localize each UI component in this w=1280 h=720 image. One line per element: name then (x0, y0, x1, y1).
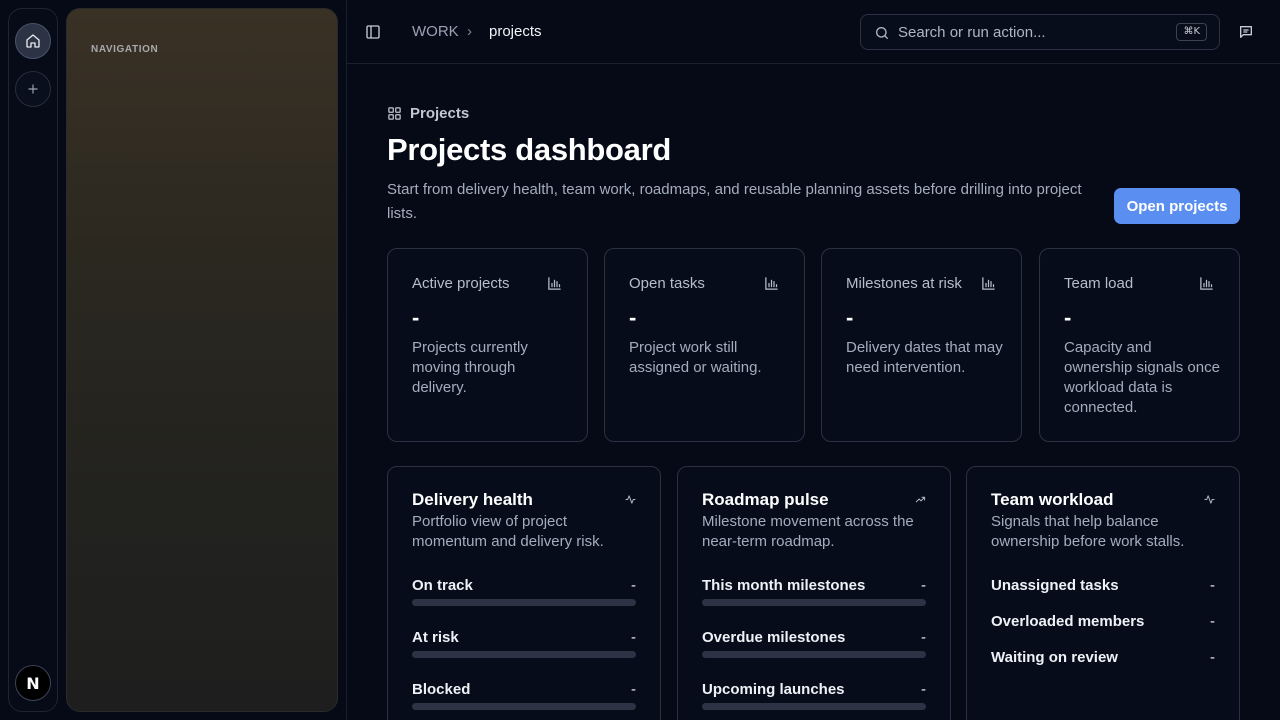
stat-card-active-projects: Active projects - Projects currently mov… (387, 248, 588, 442)
stat-description: Capacity and ownership signals once work… (1064, 339, 1220, 416)
breadcrumb-current: projects (489, 23, 542, 40)
stat-label: Milestones at risk (846, 275, 962, 292)
plus-icon (28, 84, 38, 94)
stat-label: Open tasks (629, 275, 705, 292)
stat-value: - (1064, 305, 1072, 330)
metric-progress-bar (702, 651, 926, 658)
metric-value: - (921, 681, 926, 698)
panel-description: Milestone movement across the near-term … (702, 513, 914, 550)
metric-progress-bar (412, 599, 636, 606)
metric-value: - (631, 577, 636, 594)
page-subtitle: Start from delivery health, team work, r… (387, 181, 1082, 222)
section-eyebrow: Projects (387, 105, 469, 122)
metric-label: On track (412, 577, 473, 594)
metric-progress-bar (702, 703, 926, 710)
metric-label: At risk (412, 629, 459, 646)
sidebar-toggle-button[interactable] (365, 24, 381, 40)
stat-card-team-load: Team load - Capacity and ownership signa… (1039, 248, 1240, 442)
main-divider (346, 0, 347, 720)
metric-row: Blocked - (412, 681, 636, 710)
search-placeholder: Search or run action... (898, 24, 1046, 41)
bar-chart-icon (982, 277, 995, 290)
page-title: Projects dashboard (387, 132, 672, 167)
panel-roadmap-pulse: Roadmap pulse Milestone movement across … (677, 466, 951, 720)
stat-description: Projects currently moving through delive… (412, 339, 528, 396)
metric-row: Overdue milestones - (702, 629, 926, 658)
metric-row: At risk - (412, 629, 636, 658)
metric-label: Blocked (412, 681, 471, 698)
metric-row: Unassigned tasks - (991, 577, 1215, 595)
metric-label: Unassigned tasks (991, 577, 1119, 594)
panel-delivery-health: Delivery health Portfolio view of projec… (387, 466, 661, 720)
bar-chart-icon (548, 277, 561, 290)
section-eyebrow-label: Projects (410, 105, 470, 122)
stat-label: Team load (1064, 275, 1134, 292)
panel-description: Signals that help balance ownership befo… (991, 513, 1185, 550)
metric-label: Overloaded members (991, 613, 1145, 630)
metric-progress-bar (412, 703, 636, 710)
stat-card-milestones-at-risk: Milestones at risk - Delivery dates that… (821, 248, 1022, 442)
panel-title: Delivery health (412, 490, 533, 509)
app-rail: N (8, 8, 58, 712)
stat-description: Project work still assigned or waiting. (629, 339, 762, 376)
activity-icon (1204, 495, 1215, 504)
stat-label: Active projects (412, 275, 510, 292)
navigation-label: NAVIGATION (91, 44, 159, 55)
message-square-icon (1240, 26, 1252, 38)
home-button[interactable] (15, 23, 51, 59)
grid-icon (388, 107, 401, 120)
metric-row: This month milestones - (702, 577, 926, 606)
activity-icon (625, 495, 636, 504)
search-shortcut-badge: ⌘K (1176, 23, 1207, 41)
search-input[interactable]: Search or run action... ⌘K (860, 14, 1220, 50)
breadcrumb-root[interactable]: WORK (412, 23, 459, 40)
panel-team-workload: Team workload Signals that help balance … (966, 466, 1240, 720)
metric-label: Overdue milestones (702, 629, 846, 646)
metric-value: - (631, 629, 636, 646)
stat-value: - (412, 305, 420, 330)
metric-row: Waiting on review - (991, 649, 1215, 667)
metric-label: Waiting on review (991, 649, 1118, 666)
trending-up-icon (915, 496, 926, 503)
open-projects-button[interactable]: Open projects (1114, 188, 1240, 224)
stat-value: - (629, 305, 637, 330)
metric-row: Overloaded members - (991, 613, 1215, 631)
add-workspace-button[interactable] (15, 71, 51, 107)
metric-row: On track - (412, 577, 636, 606)
app-logo[interactable]: N (15, 665, 51, 701)
metric-value: - (921, 577, 926, 594)
stat-card-open-tasks: Open tasks - Project work still assigned… (604, 248, 805, 442)
bar-chart-icon (765, 277, 778, 290)
bar-chart-icon (1200, 277, 1213, 290)
metric-row: Upcoming launches - (702, 681, 926, 710)
search-icon (876, 27, 888, 39)
top-bar: WORK › projects Search or run action... … (347, 0, 1280, 64)
stat-description: Delivery dates that may need interventio… (846, 339, 1003, 376)
metric-value: - (921, 629, 926, 646)
metric-value: - (1210, 577, 1215, 594)
metric-value: - (1210, 613, 1215, 630)
metric-value: - (631, 681, 636, 698)
navigation-panel: NAVIGATION (66, 8, 338, 712)
sidebar-toggle-icon (366, 25, 380, 39)
metric-value: - (1210, 649, 1215, 666)
metric-progress-bar (412, 651, 636, 658)
stat-value: - (846, 305, 854, 330)
panel-title: Roadmap pulse (702, 490, 829, 509)
breadcrumb-separator-icon: › (467, 23, 472, 40)
panel-title: Team workload (991, 490, 1114, 509)
metric-progress-bar (702, 599, 926, 606)
messages-button[interactable] (1238, 24, 1254, 40)
home-icon (26, 34, 40, 48)
app-logo-letter: N (26, 673, 40, 693)
metric-label: Upcoming launches (702, 681, 845, 698)
panel-description: Portfolio view of project momentum and d… (412, 513, 604, 550)
metric-label: This month milestones (702, 577, 866, 594)
